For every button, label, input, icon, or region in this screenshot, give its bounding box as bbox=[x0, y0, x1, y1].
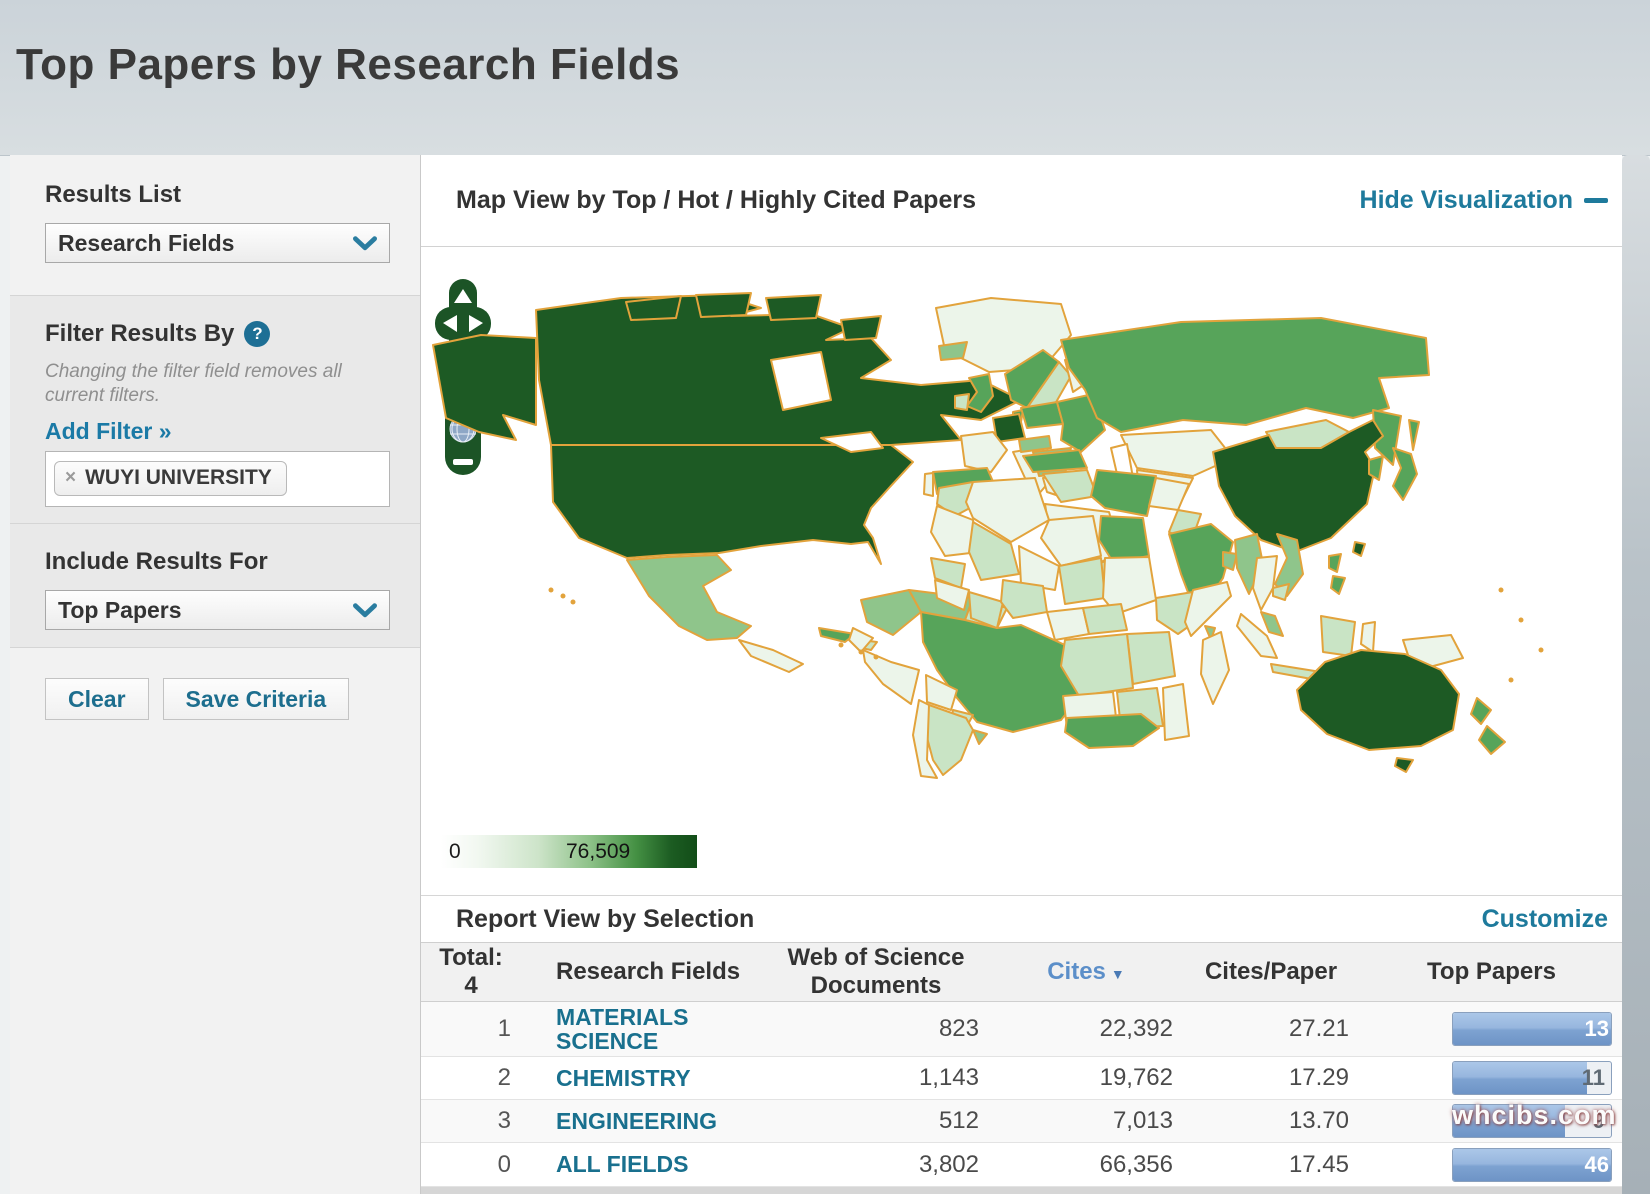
results-list-section: Results List Research Fields bbox=[10, 155, 420, 295]
results-list-heading: Results List bbox=[45, 181, 420, 209]
map-legend: 0 76,509 bbox=[441, 835, 697, 868]
include-results-dropdown[interactable]: Top Papers bbox=[45, 590, 390, 630]
top-papers-bar: 11 bbox=[1452, 1061, 1612, 1095]
filter-tag-label: WUYI UNIVERSITY bbox=[85, 466, 272, 490]
cites-per-paper-value: 13.70 bbox=[1181, 1107, 1361, 1135]
research-field-link[interactable]: MATERIALS SCIENCE bbox=[521, 1005, 761, 1053]
report-title: Report View by Selection bbox=[456, 905, 754, 934]
cites-value: 19,762 bbox=[991, 1064, 1181, 1092]
include-results-section: Include Results For Top Papers bbox=[10, 523, 420, 647]
cites-per-paper-value: 17.29 bbox=[1181, 1064, 1361, 1092]
legend-max-value: 76,509 bbox=[566, 840, 630, 864]
actions-section: Clear Save Criteria bbox=[10, 647, 420, 1194]
top-papers-bar: 46 bbox=[1452, 1148, 1612, 1182]
cites-value: 66,356 bbox=[991, 1151, 1181, 1179]
top-papers-bar: 13 bbox=[1452, 1012, 1612, 1046]
column-header-wos-documents: Web of Science Documents bbox=[761, 944, 991, 999]
clear-button[interactable]: Clear bbox=[45, 678, 149, 720]
map-zone: 0 76,509 bbox=[421, 247, 1622, 895]
wos-documents-value: 512 bbox=[761, 1107, 991, 1135]
legend-min-value: 0 bbox=[449, 840, 461, 864]
hide-visualization-label: Hide Visualization bbox=[1360, 186, 1573, 215]
cites-per-paper-value: 27.21 bbox=[1181, 1015, 1361, 1043]
row-rank: 2 bbox=[421, 1064, 521, 1092]
cites-value: 22,392 bbox=[991, 1015, 1181, 1043]
cites-value: 7,013 bbox=[991, 1107, 1181, 1135]
table-header-row: Total: 4 Research Fields Web of Science … bbox=[421, 942, 1622, 1002]
main-panel: Map View by Top / Hot / Highly Cited Pap… bbox=[420, 155, 1622, 1194]
top-papers-value: 46 bbox=[1585, 1152, 1609, 1178]
sidebar: Results List Research Fields Filter Resu… bbox=[10, 155, 420, 1194]
row-rank: 0 bbox=[421, 1151, 521, 1179]
filter-tag: × WUYI UNIVERSITY bbox=[54, 461, 287, 496]
research-field-link[interactable]: CHEMISTRY bbox=[521, 1066, 761, 1090]
include-results-heading: Include Results For bbox=[45, 548, 420, 576]
save-criteria-button[interactable]: Save Criteria bbox=[163, 678, 350, 720]
table-row: 1 MATERIALS SCIENCE 823 22,392 27.21 13 bbox=[421, 1002, 1622, 1057]
wos-documents-value: 3,802 bbox=[761, 1151, 991, 1179]
bar-fill bbox=[1453, 1062, 1587, 1094]
column-header-research-fields: Research Fields bbox=[521, 958, 761, 986]
hide-visualization-link[interactable]: Hide Visualization bbox=[1360, 186, 1608, 215]
filter-tags-box: × WUYI UNIVERSITY bbox=[45, 451, 390, 507]
wos-documents-value: 823 bbox=[761, 1015, 991, 1043]
add-filter-link[interactable]: Add Filter » bbox=[45, 418, 172, 445]
scroll-margin-strip[interactable] bbox=[1622, 155, 1650, 1194]
sort-descending-icon: ▼ bbox=[1111, 966, 1125, 982]
filter-note: Changing the filter field removes all cu… bbox=[45, 360, 375, 408]
filter-section: Filter Results By ? Changing the filter … bbox=[10, 295, 420, 523]
results-list-dropdown[interactable]: Research Fields bbox=[45, 223, 390, 263]
watermark: whcibs.com bbox=[1452, 1100, 1617, 1131]
map-header: Map View by Top / Hot / Highly Cited Pap… bbox=[421, 155, 1622, 247]
report-header: Report View by Selection Customize bbox=[421, 895, 1622, 942]
row-rank: 1 bbox=[421, 1015, 521, 1043]
research-field-link[interactable]: ALL FIELDS bbox=[521, 1152, 761, 1176]
page-title: Top Papers by Research Fields bbox=[16, 40, 680, 90]
page-header: Top Papers by Research Fields bbox=[0, 0, 1650, 156]
top-papers-bar-cell: 13 bbox=[1361, 1002, 1622, 1056]
row-rank: 3 bbox=[421, 1107, 521, 1135]
research-field-link[interactable]: ENGINEERING bbox=[521, 1109, 761, 1133]
customize-link[interactable]: Customize bbox=[1482, 905, 1608, 934]
app-window: Top Papers by Research Fields Results Li… bbox=[0, 0, 1650, 1194]
remove-filter-icon[interactable]: × bbox=[65, 467, 76, 489]
world-choropleth-map[interactable] bbox=[421, 290, 1601, 780]
column-header-cites-per-paper: Cites/Paper bbox=[1181, 958, 1361, 986]
table-row: 3 ENGINEERING 512 7,013 13.70 9 bbox=[421, 1100, 1622, 1143]
filter-heading: Filter Results By bbox=[45, 320, 234, 348]
cites-per-paper-value: 17.45 bbox=[1181, 1151, 1361, 1179]
top-papers-bar-cell: 11 bbox=[1361, 1057, 1622, 1099]
map-title: Map View by Top / Hot / Highly Cited Pap… bbox=[456, 186, 976, 215]
column-header-cites-sort[interactable]: Cites▼ bbox=[991, 958, 1181, 986]
top-papers-value: 13 bbox=[1585, 1016, 1609, 1042]
help-icon[interactable]: ? bbox=[244, 321, 270, 347]
include-results-value: Top Papers bbox=[58, 597, 182, 624]
table-row: 0 ALL FIELDS 3,802 66,356 17.45 46 bbox=[421, 1143, 1622, 1187]
minus-icon bbox=[1584, 198, 1608, 203]
top-papers-bar-cell: 46 bbox=[1361, 1143, 1622, 1186]
wos-documents-value: 1,143 bbox=[761, 1064, 991, 1092]
chevron-down-icon bbox=[353, 603, 377, 618]
results-list-value: Research Fields bbox=[58, 230, 234, 257]
table-row: 2 CHEMISTRY 1,143 19,762 17.29 11 bbox=[421, 1057, 1622, 1100]
total-count: Total: 4 bbox=[421, 944, 521, 999]
chevron-down-icon bbox=[353, 236, 377, 251]
table-bottom-strip bbox=[421, 1187, 1622, 1194]
top-papers-value: 11 bbox=[1582, 1065, 1605, 1091]
column-header-top-papers: Top Papers bbox=[1361, 958, 1622, 986]
